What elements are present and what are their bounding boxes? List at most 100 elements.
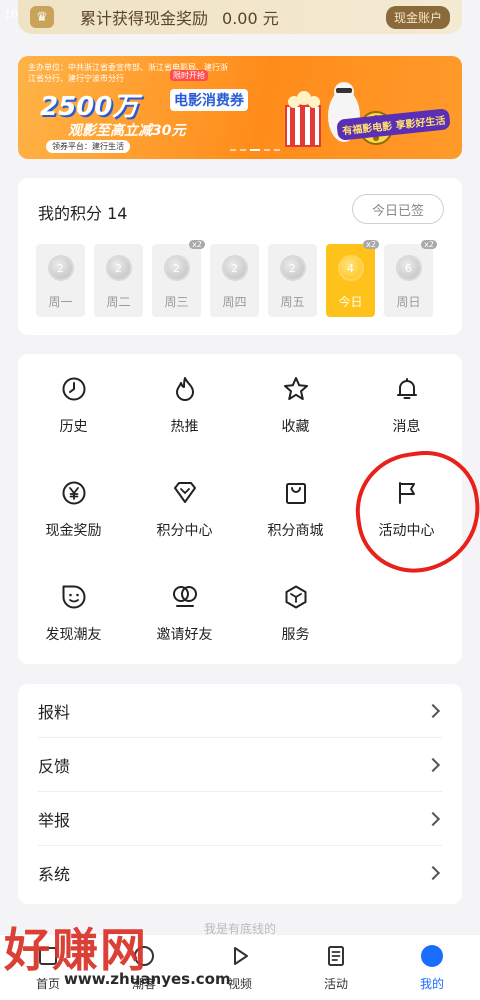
grid-item-points-center[interactable]: 积分中心 <box>129 478 240 555</box>
grid-item-cash-reward[interactable]: 现金奖励 <box>18 478 129 555</box>
checkin-day[interactable]: 2 周二 <box>94 244 143 317</box>
list-item-label: 反馈 <box>38 756 71 776</box>
grid-item-label: 收藏 <box>281 419 310 435</box>
grid-item-messages[interactable]: 消息 <box>351 374 462 451</box>
grid-item-label: 消息 <box>392 419 421 435</box>
coin-icon: 2 <box>107 257 130 279</box>
reward-title: 累计获得现金奖励 <box>80 9 209 28</box>
list-item-label: 举报 <box>38 810 71 830</box>
promo-banner[interactable]: 主办单位：中共浙江省委宣传部、浙江省电影局、建行浙江省分行、建行宁波市分行 25… <box>18 56 462 159</box>
banner-subline: 观影至高立减30元 <box>68 123 186 139</box>
grid-item-activity-center[interactable]: 活动中心 <box>351 478 462 555</box>
function-grid: 历史 热推 收藏 消息 现金奖励 积分中心 积分商城 活动中心 发现潮友 邀请好… <box>18 374 462 659</box>
smile-icon <box>59 582 89 612</box>
function-grid-card: 历史 热推 收藏 消息 现金奖励 积分中心 积分商城 活动中心 发现潮友 邀请好… <box>18 354 462 664</box>
nav-me[interactable]: 我的 <box>384 935 480 1000</box>
coin-icon: 2 <box>281 257 304 279</box>
list-item-system[interactable]: 系统 <box>38 846 442 900</box>
grid-item-label: 邀请好友 <box>156 627 213 643</box>
nav-label: 我的 <box>419 977 444 991</box>
chevron-right-icon <box>425 811 441 826</box>
points-title: 我的积分 14 <box>38 204 128 223</box>
signed-today-button[interactable]: 今日已签 <box>352 194 444 224</box>
coin-icon: 2 <box>223 257 246 279</box>
grid-item-label: 热推 <box>170 419 199 435</box>
grid-item-label: 服务 <box>281 627 310 643</box>
day-label: 周五 <box>280 295 305 309</box>
grid-item-history[interactable]: 历史 <box>18 374 129 451</box>
pagination-dot-active <box>250 149 260 151</box>
yen-icon <box>59 478 89 508</box>
watermark-url: www.zhuanyes.com <box>64 970 231 988</box>
points-card: 我的积分 14 今日已签 2 周一 2 周二 x2 2 周三 2 周四 2 周五… <box>18 178 462 335</box>
day-label: 周四 <box>222 295 247 309</box>
cash-reward-bar[interactable]: ♛ 累计获得现金奖励 0.00 元 现金账户 <box>18 0 462 34</box>
coin-icon: 2 <box>165 257 188 279</box>
list-item-label: 报料 <box>38 702 71 722</box>
checkin-day-today[interactable]: x2 4 今日 <box>326 240 379 317</box>
chevron-right-icon <box>425 703 441 718</box>
me-icon <box>419 943 445 969</box>
nav-video[interactable]: 视频 <box>192 935 288 1000</box>
list-item-feedback[interactable]: 反馈 <box>38 738 442 792</box>
grid-item-label: 发现潮友 <box>45 627 102 643</box>
flame-icon <box>170 374 200 404</box>
list-item-report[interactable]: 举报 <box>38 792 442 846</box>
grid-item-label: 现金奖励 <box>45 523 102 539</box>
diamond-icon <box>170 478 200 508</box>
grid-item-favorites[interactable]: 收藏 <box>240 374 351 451</box>
day-label: 周日 <box>396 295 421 309</box>
cube-icon <box>281 582 311 612</box>
list-item-label: 系统 <box>38 865 71 884</box>
multiplier-badge: x2 <box>363 240 379 249</box>
banner-platform: 领券平台：建行生活 <box>46 140 130 153</box>
coin-icon: 6 <box>397 257 420 279</box>
people-icon <box>170 582 200 612</box>
reward-amount: 0.00 元 <box>222 9 279 28</box>
star-icon <box>281 374 311 404</box>
coin-icon: 4 <box>339 257 362 279</box>
banner-headline: 2500万 <box>40 92 139 122</box>
cash-account-button[interactable]: 现金账户 <box>385 5 450 29</box>
checkin-day[interactable]: x2 2 周三 <box>152 240 205 317</box>
day-label: 周一 <box>48 295 73 309</box>
checkin-day[interactable]: 2 周五 <box>268 244 317 317</box>
grid-item-points-mall[interactable]: 积分商城 <box>240 478 351 555</box>
play-icon <box>227 943 253 969</box>
banner-headline-tag: 电影消费券 <box>170 89 248 111</box>
clock-icon <box>59 374 89 404</box>
nav-activity[interactable]: 活动 <box>288 935 384 1000</box>
grid-item-services[interactable]: 服务 <box>240 582 351 659</box>
document-icon <box>323 943 349 969</box>
grid-item-label: 积分中心 <box>156 523 213 539</box>
chevron-right-icon <box>425 757 441 772</box>
pagination-dot <box>230 149 236 151</box>
grid-item-discover-friends[interactable]: 发现潮友 <box>18 582 129 659</box>
nav-label: 活动 <box>323 977 348 991</box>
coin-icon: 2 <box>49 257 72 279</box>
checkin-days: 2 周一 2 周二 x2 2 周三 2 周四 2 周五 x2 4 今日 x2 6… <box>36 240 437 317</box>
checkin-day[interactable]: 2 周四 <box>210 244 259 317</box>
list-item-report-news[interactable]: 报料 <box>38 684 442 738</box>
bell-icon <box>392 374 422 404</box>
checkin-day[interactable]: 2 周一 <box>36 244 85 317</box>
shopping-bag-icon <box>281 478 311 508</box>
pagination-dot <box>264 149 270 151</box>
grid-item-label: 历史 <box>59 419 88 435</box>
grid-item-hot[interactable]: 热推 <box>129 374 240 451</box>
pagination-dot <box>274 149 280 151</box>
crown-icon: ♛ <box>30 6 54 28</box>
banner-pagination <box>230 149 280 151</box>
day-label: 周三 <box>164 295 189 309</box>
chevron-right-icon <box>425 865 441 881</box>
grid-item-label: 积分商城 <box>267 523 324 539</box>
day-label: 周二 <box>106 295 131 309</box>
pagination-dot <box>240 149 246 151</box>
checkin-day[interactable]: x2 6 周日 <box>384 240 437 317</box>
nav-label: 视频 <box>227 977 252 991</box>
multiplier-badge: x2 <box>189 240 205 249</box>
grid-item-invite-friends[interactable]: 邀请好友 <box>129 582 240 659</box>
flag-icon <box>392 478 422 508</box>
multiplier-badge: x2 <box>421 240 437 249</box>
grid-item-label: 活动中心 <box>378 523 435 539</box>
